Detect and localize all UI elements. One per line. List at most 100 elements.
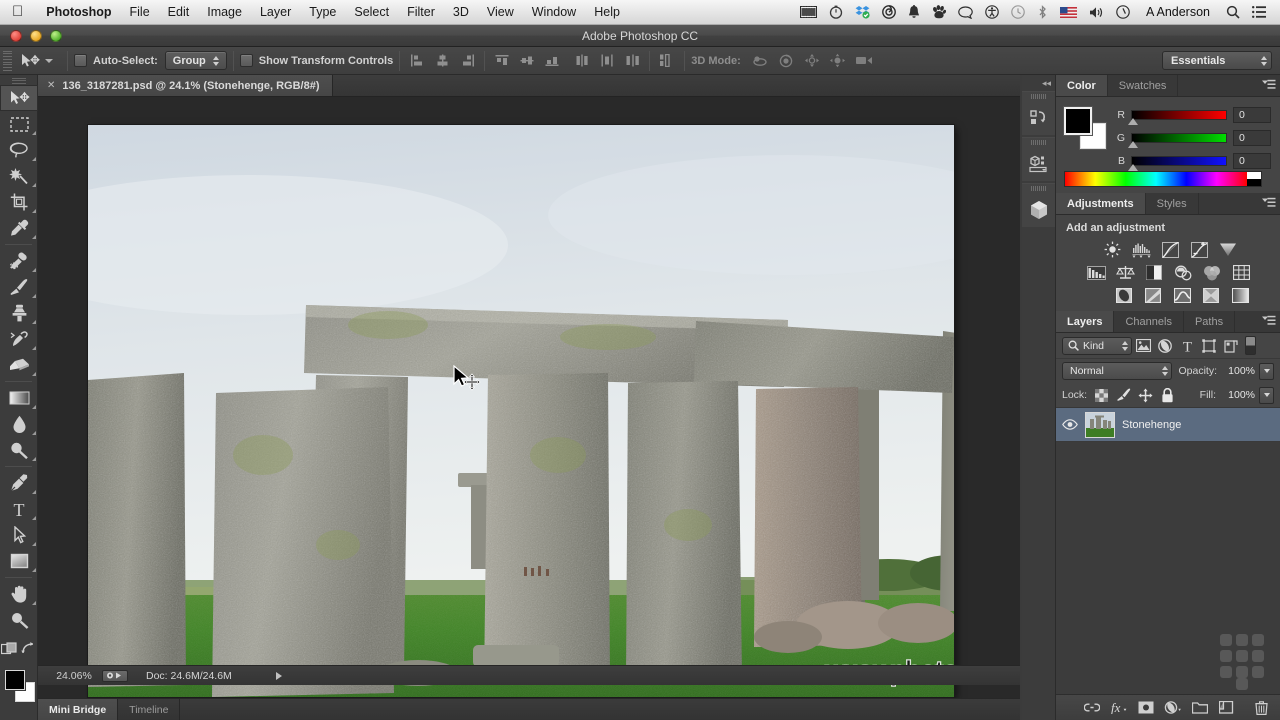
os-menu-3d[interactable]: 3D: [444, 5, 478, 19]
lock-position-icon[interactable]: [1138, 388, 1153, 403]
roll-3d-icon[interactable]: [775, 51, 797, 71]
white-black-swatch[interactable]: [1247, 172, 1261, 186]
properties-panel-icon[interactable]: [1022, 147, 1055, 181]
tool-flyout-indicator[interactable]: [32, 209, 36, 213]
color-balance-icon[interactable]: [1115, 264, 1135, 281]
zoom-tool[interactable]: [0, 607, 38, 633]
vibrance-icon[interactable]: [1218, 241, 1238, 258]
tool-flyout-indicator[interactable]: [32, 405, 36, 409]
auto-select-checkbox[interactable]: [74, 54, 87, 67]
lock-all-icon[interactable]: [1160, 388, 1175, 403]
os-menu-file[interactable]: File: [121, 5, 159, 19]
tool-flyout-indicator[interactable]: [32, 157, 36, 161]
slider-value-b[interactable]: 0: [1233, 153, 1271, 169]
align-vertical-centers-icon[interactable]: [516, 51, 538, 71]
lock-image-pixels-icon[interactable]: [1116, 388, 1131, 403]
show-transform-controls-checkbox[interactable]: [240, 54, 253, 67]
slider-track-b[interactable]: [1131, 156, 1227, 166]
zoom-level-field[interactable]: 24.06%: [46, 670, 102, 682]
slider-track-g[interactable]: [1131, 133, 1227, 143]
blur-tool[interactable]: [0, 411, 38, 437]
exposure-icon[interactable]: [1189, 241, 1209, 258]
quick-selection-tool[interactable]: [0, 163, 38, 189]
panel-resize-grip[interactable]: [1220, 634, 1278, 692]
auto-select-scope-dropdown[interactable]: Group: [165, 51, 227, 70]
tool-flyout-indicator[interactable]: [32, 346, 36, 350]
shape-layer-filter-icon[interactable]: [1198, 336, 1220, 356]
os-menu-image[interactable]: Image: [198, 5, 251, 19]
blend-mode-dropdown[interactable]: Normal: [1062, 362, 1172, 380]
align-right-edges-icon[interactable]: [456, 51, 478, 71]
us-flag-icon[interactable]: [1054, 7, 1083, 18]
tool-flyout-indicator[interactable]: [32, 268, 36, 272]
history-panel-icon[interactable]: [1022, 101, 1055, 135]
tab-channels[interactable]: Channels: [1114, 311, 1183, 332]
collapse-panels-icon[interactable]: ◂◂: [1022, 75, 1055, 91]
hue-saturation-icon[interactable]: [1086, 264, 1106, 281]
move-tool[interactable]: [0, 85, 38, 111]
3d-panel-icon[interactable]: [1022, 193, 1055, 227]
tab-paths[interactable]: Paths: [1184, 311, 1235, 332]
tool-flyout-indicator[interactable]: [32, 601, 36, 605]
tab-mini-bridge[interactable]: Mini Bridge: [38, 699, 118, 720]
os-menu-layer[interactable]: Layer: [251, 5, 300, 19]
align-horizontal-centers-icon[interactable]: [431, 51, 453, 71]
tab-timeline[interactable]: Timeline: [118, 699, 180, 720]
foreground-color-swatch[interactable]: [1064, 107, 1092, 135]
adjustment-layer-filter-icon[interactable]: [1154, 336, 1176, 356]
accessibility-icon[interactable]: [979, 5, 1005, 19]
image-canvas[interactable]: www.photospin.com: [88, 125, 954, 697]
tab-layers[interactable]: Layers: [1056, 311, 1114, 332]
canvas-viewport[interactable]: www.photospin.com: [38, 97, 1020, 699]
chevron-down-icon[interactable]: [1259, 363, 1274, 380]
time-machine-icon[interactable]: [1005, 5, 1031, 19]
chevron-down-icon[interactable]: [45, 59, 53, 63]
tool-flyout-indicator[interactable]: [32, 183, 36, 187]
brush-tool[interactable]: [0, 274, 38, 300]
history-brush-tool[interactable]: [0, 326, 38, 352]
minimize-button[interactable]: [30, 30, 42, 42]
threshold-icon[interactable]: [1172, 287, 1192, 304]
os-menu-select[interactable]: Select: [345, 5, 398, 19]
dropbox-icon[interactable]: [849, 5, 876, 19]
drag-3d-icon[interactable]: [801, 51, 823, 71]
tab-adjustments[interactable]: Adjustments: [1056, 193, 1146, 214]
rotate-3d-icon[interactable]: [749, 51, 771, 71]
tool-flyout-indicator[interactable]: [32, 457, 36, 461]
selective-color-icon[interactable]: [1201, 287, 1221, 304]
rectangle-tool[interactable]: [0, 548, 38, 574]
type-layer-filter-icon[interactable]: T: [1176, 336, 1198, 356]
pen-tool[interactable]: [0, 470, 38, 496]
layer-style-fx-icon[interactable]: fx: [1105, 697, 1132, 719]
slide-3d-icon[interactable]: [827, 51, 849, 71]
tab-color[interactable]: Color: [1056, 75, 1108, 96]
layer-thumbnail[interactable]: [1085, 412, 1115, 438]
crop-tool[interactable]: [0, 189, 38, 215]
close-button[interactable]: [10, 30, 22, 42]
tab-styles[interactable]: Styles: [1146, 193, 1199, 214]
hand-tool[interactable]: [0, 581, 38, 607]
panel-menu-icon[interactable]: [1260, 197, 1276, 208]
film-strip-icon[interactable]: [794, 6, 823, 18]
clone-stamp-tool[interactable]: [0, 300, 38, 326]
gradient-tool[interactable]: [0, 385, 38, 411]
new-group-icon[interactable]: [1186, 697, 1213, 719]
clock-icon[interactable]: [1110, 5, 1136, 19]
panel-menu-icon[interactable]: [1260, 315, 1276, 326]
tool-flyout-indicator[interactable]: [32, 320, 36, 324]
layer-filter-kind-dropdown[interactable]: Kind: [1062, 337, 1132, 355]
panel-gripper[interactable]: [1022, 138, 1055, 147]
close-tab-icon[interactable]: ✕: [47, 80, 55, 91]
link-layers-icon[interactable]: [1078, 697, 1105, 719]
type-tool[interactable]: T: [0, 496, 38, 522]
distribute-bottom-icon[interactable]: [621, 51, 643, 71]
channel-mixer-icon[interactable]: [1202, 264, 1222, 281]
layer-name[interactable]: Stonehenge: [1122, 419, 1181, 431]
search-icon[interactable]: [1220, 5, 1246, 19]
chat-bubble-icon[interactable]: [952, 6, 979, 19]
timer-icon[interactable]: [823, 5, 849, 19]
slider-thumb-b[interactable]: [1128, 164, 1138, 171]
os-menu-help[interactable]: Help: [585, 5, 629, 19]
tool-flyout-indicator[interactable]: [32, 490, 36, 494]
levels-icon[interactable]: [1131, 241, 1151, 258]
